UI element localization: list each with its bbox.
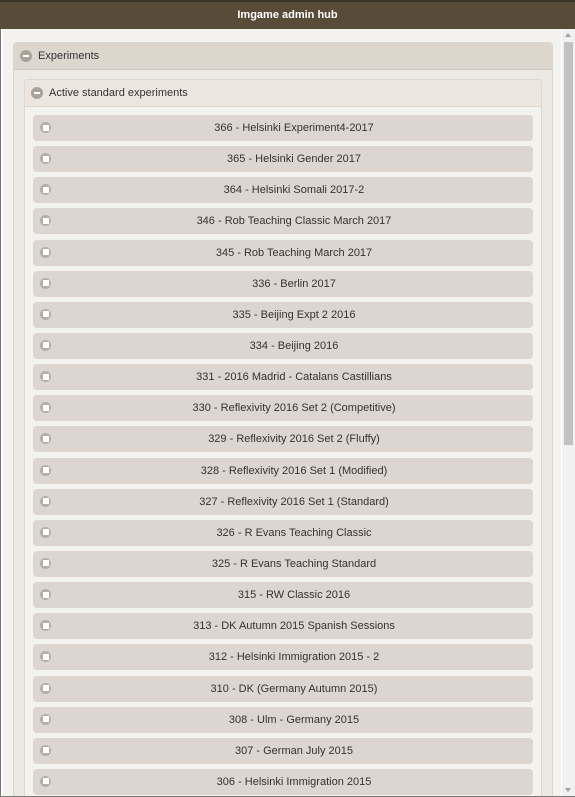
- experiment-label: 312 - Helsinki Immigration 2015 - 2: [208, 651, 380, 664]
- experiment-list-item[interactable]: 315 - RW Classic 2016: [33, 582, 533, 609]
- experiment-label: 307 - German July 2015: [234, 744, 353, 757]
- app-title: Imgame admin hub: [237, 9, 338, 21]
- experiment-list-item[interactable]: 307 - German July 2015: [33, 737, 533, 764]
- grid-icon: [40, 775, 51, 787]
- experiment-label: 364 - Helsinki Somali 2017-2: [223, 184, 365, 197]
- active-standard-experiments-panel: Active standard experiments 366 - Helsin…: [24, 79, 542, 796]
- scrollbar-thumb[interactable]: [564, 42, 573, 445]
- experiments-panel: Experiments Active standard experiments …: [13, 42, 553, 796]
- experiment-list-item[interactable]: 306 - Helsinki Immigration 2015: [33, 768, 533, 795]
- grid-icon: [40, 682, 51, 694]
- experiment-list-item[interactable]: 365 - Helsinki Gender 2017: [33, 146, 533, 173]
- grid-icon: [40, 464, 51, 476]
- experiment-label: 313 - DK Autumn 2015 Spanish Sessions: [193, 620, 395, 633]
- experiment-label: 327 - Reflexivity 2016 Set 1 (Standard): [199, 495, 389, 508]
- grid-icon: [40, 557, 51, 569]
- experiment-list-item[interactable]: 313 - DK Autumn 2015 Spanish Sessions: [33, 613, 533, 640]
- experiment-label: 335 - Beijing Expt 2 2016: [232, 308, 356, 321]
- experiment-list-item[interactable]: 346 - Rob Teaching Classic March 2017: [33, 208, 533, 235]
- app-title-bar: Imgame admin hub: [0, 0, 575, 29]
- experiment-list-item[interactable]: 329 - Reflexivity 2016 Set 2 (Fluffy): [33, 426, 533, 453]
- grid-icon: [40, 744, 51, 756]
- experiment-label: 315 - RW Classic 2016: [237, 589, 351, 602]
- scroll-up-arrow-icon[interactable]: [565, 33, 571, 37]
- grid-icon: [40, 526, 51, 538]
- grid-icon: [40, 308, 51, 320]
- grid-icon: [40, 620, 51, 632]
- scroll-down-arrow-icon[interactable]: [565, 788, 571, 792]
- grid-icon: [40, 402, 51, 414]
- experiment-list: 366 - Helsinki Experiment4-2017 365 - Hel…: [33, 115, 533, 796]
- experiment-label: 310 - DK (Germany Autumn 2015): [210, 682, 378, 695]
- experiment-label: 366 - Helsinki Experiment4-2017: [214, 122, 374, 134]
- experiment-label: 308 - Ulm - Germany 2015: [228, 713, 360, 726]
- grid-icon: [40, 433, 51, 445]
- circle-minus-icon[interactable]: [31, 87, 43, 99]
- experiment-label: 328 - Reflexivity 2016 Set 1 (Modified): [200, 464, 388, 477]
- experiment-label: 329 - Reflexivity 2016 Set 2 (Fluffy): [208, 433, 380, 446]
- experiment-list-item[interactable]: 326 - R Evans Teaching Classic: [33, 519, 533, 546]
- experiment-label: 345 - Rob Teaching March 2017: [215, 246, 373, 259]
- experiment-list-item[interactable]: 334 - Beijing 2016: [33, 332, 533, 359]
- experiments-panel-header[interactable]: Experiments: [14, 43, 552, 70]
- grid-icon: [40, 589, 51, 601]
- experiment-list-item[interactable]: 312 - Helsinki Immigration 2015 - 2: [33, 644, 533, 671]
- experiment-list-item[interactable]: 331 - 2016 Madrid - Catalans Castillians: [33, 364, 533, 391]
- grid-icon: [40, 184, 51, 196]
- circle-minus-icon[interactable]: [20, 50, 32, 62]
- active-standard-experiments-header[interactable]: Active standard experiments: [25, 80, 541, 107]
- experiment-list-item[interactable]: 336 - Berlin 2017: [33, 270, 533, 297]
- experiment-list-item[interactable]: 345 - Rob Teaching March 2017: [33, 239, 533, 266]
- experiment-label: 331 - 2016 Madrid - Catalans Castillians: [196, 371, 392, 384]
- experiment-list-item[interactable]: 325 - R Evans Teaching Standard: [33, 550, 533, 577]
- grid-icon: [40, 153, 51, 165]
- experiment-list-item[interactable]: 364 - Helsinki Somali 2017-2: [33, 177, 533, 204]
- experiment-label: 326 - R Evans Teaching Classic: [216, 526, 372, 539]
- grid-icon: [40, 713, 51, 725]
- main-content: Experiments Active standard experiments …: [3, 29, 561, 796]
- experiment-list-item[interactable]: 330 - Reflexivity 2016 Set 2 (Competitiv…: [33, 395, 533, 422]
- experiment-label: 330 - Reflexivity 2016 Set 2 (Competitiv…: [192, 402, 396, 415]
- vertical-scrollbar[interactable]: [562, 29, 575, 796]
- experiment-label: 346 - Rob Teaching Classic March 2017: [196, 215, 392, 228]
- grid-icon: [40, 277, 51, 289]
- experiment-label: 325 - R Evans Teaching Standard: [211, 557, 377, 570]
- experiment-list-item[interactable]: 310 - DK (Germany Autumn 2015): [33, 675, 533, 702]
- experiment-label: 336 - Berlin 2017: [252, 277, 336, 290]
- grid-icon: [40, 246, 51, 258]
- grid-icon: [40, 651, 51, 663]
- experiments-panel-title: Experiments: [38, 50, 100, 62]
- experiment-list-item[interactable]: 366 - Helsinki Experiment4-2017: [33, 115, 533, 141]
- experiment-list-item[interactable]: 327 - Reflexivity 2016 Set 1 (Standard): [33, 488, 533, 515]
- experiment-label: 334 - Beijing 2016: [249, 339, 339, 352]
- grid-icon: [40, 215, 51, 227]
- grid-icon: [40, 339, 51, 351]
- experiment-label: 365 - Helsinki Gender 2017: [227, 153, 361, 166]
- experiment-list-item[interactable]: 328 - Reflexivity 2016 Set 1 (Modified): [33, 457, 533, 484]
- experiment-list-item[interactable]: 308 - Ulm - Germany 2015: [33, 706, 533, 733]
- experiment-label: 306 - Helsinki Immigration 2015: [216, 775, 372, 788]
- grid-icon: [40, 371, 51, 383]
- grid-icon: [40, 122, 51, 133]
- experiment-list-item[interactable]: 335 - Beijing Expt 2 2016: [33, 301, 533, 328]
- active-standard-experiments-title: Active standard experiments: [49, 87, 188, 99]
- grid-icon: [40, 495, 51, 507]
